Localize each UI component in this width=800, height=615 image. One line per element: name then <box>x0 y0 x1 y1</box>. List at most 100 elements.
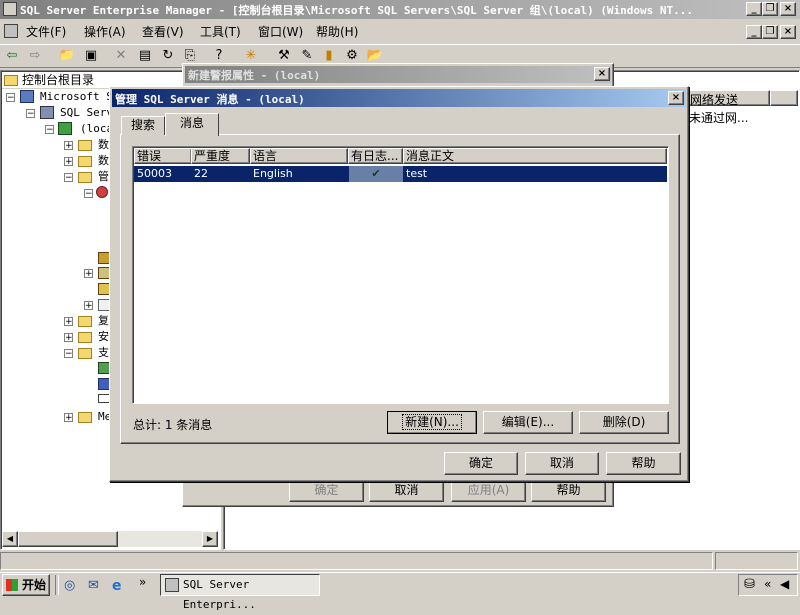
folder-icon <box>78 412 92 423</box>
detail-column-header[interactable]: 网络发送 <box>686 90 770 107</box>
tree-item-replication[interactable]: 复 <box>98 313 109 329</box>
refresh-icon[interactable]: ↻ <box>159 47 177 65</box>
folder-icon <box>78 316 92 327</box>
up-folder-icon[interactable]: 📁 <box>58 47 76 65</box>
tab-messages-label: 消息 <box>179 116 204 130</box>
window-title: SQL Server Enterprise Manager - [控制台根目录\… <box>20 4 694 17</box>
start-button[interactable]: 开始 <box>2 574 50 596</box>
column-header-severity[interactable]: 严重度 <box>191 148 250 164</box>
taskbar-task-enterprise-manager[interactable]: SQL Server Enterpri... <box>160 574 320 611</box>
quicklaunch-chevron[interactable]: » <box>139 575 146 589</box>
folder-icon <box>4 75 18 86</box>
expand-icon[interactable]: + <box>64 333 73 343</box>
menu-tools[interactable]: 工具(T) <box>200 23 241 41</box>
tab-search[interactable]: 搜索 <box>121 116 165 135</box>
mdi-close-button[interactable]: × <box>780 25 796 39</box>
tree-item-sql-server[interactable]: SQL Serv <box>60 105 113 121</box>
scroll-left-icon[interactable]: ◀ <box>2 531 18 547</box>
tab-messages[interactable]: 消息 <box>165 113 219 136</box>
manage-messages-close-button[interactable]: × <box>668 91 684 105</box>
tree-item-databases[interactable]: 数 <box>98 137 109 153</box>
app-icon <box>3 2 17 16</box>
tree-root[interactable]: 控制台根目录 <box>22 72 94 88</box>
expand-icon[interactable]: + <box>84 301 93 311</box>
server-icon <box>40 106 54 119</box>
alert-properties-close-button[interactable]: × <box>594 67 610 81</box>
maximize-button[interactable]: ❐ <box>762 2 778 16</box>
menu-window[interactable]: 窗口(W) <box>258 23 303 41</box>
collapse-icon[interactable]: − <box>64 349 73 359</box>
messages-summary: 总计: 1 条消息 <box>133 418 213 432</box>
delete-icon[interactable]: ✕ <box>112 47 130 65</box>
show-tree-icon[interactable]: ▣ <box>82 47 100 65</box>
scroll-thumb[interactable] <box>18 531 118 547</box>
volume-icon[interactable]: ◀ <box>780 577 789 591</box>
local-server-icon <box>58 122 72 135</box>
back-icon[interactable]: ⇦ <box>3 47 21 65</box>
row-severity: 22 <box>194 167 208 180</box>
tree-item-support[interactable]: 支 <box>98 345 109 361</box>
expand-icon[interactable]: + <box>64 317 73 327</box>
scroll-right-icon[interactable]: ▶ <box>202 531 218 547</box>
new-message-button[interactable]: 新建(N)... <box>387 411 477 434</box>
row-language: English <box>253 167 293 180</box>
folder-icon <box>78 348 92 359</box>
properties-icon[interactable]: ▤ <box>136 47 154 65</box>
outlook-icon[interactable]: ✉ <box>88 578 104 594</box>
tree-item-security[interactable]: 安 <box>98 329 109 345</box>
tab-search-label: 搜索 <box>130 118 155 132</box>
menu-action[interactable]: 操作(A) <box>84 23 126 41</box>
delete-message-button[interactable]: 删除(D) <box>579 411 669 434</box>
tree-item-microsoft-sql[interactable]: Microsoft SQ <box>40 89 119 105</box>
mdi-minimize-button[interactable]: _ <box>746 25 762 39</box>
menu-file[interactable]: 文件(F) <box>26 23 66 41</box>
alert-ok-button[interactable]: 确定 <box>289 479 364 502</box>
alert-help-button[interactable]: 帮助 <box>531 479 606 502</box>
windows-logo-icon <box>6 579 18 591</box>
sql-service-manager-icon[interactable]: ⛁ <box>744 577 760 593</box>
alert-apply-button[interactable]: 应用(A) <box>451 479 526 502</box>
tree-item-management[interactable]: 管 <box>98 169 109 185</box>
expand-icon[interactable]: + <box>64 413 73 423</box>
mdi-maximize-button[interactable]: ❐ <box>762 25 778 39</box>
messages-list[interactable] <box>132 146 669 404</box>
tray-expand-icon[interactable]: « <box>764 577 771 591</box>
quicklaunch-separator <box>55 575 59 595</box>
expand-icon[interactable]: + <box>64 141 73 151</box>
alert-cancel-button[interactable]: 取消 <box>369 479 444 502</box>
menu-help[interactable]: 帮助(H) <box>316 23 358 41</box>
show-desktop-icon[interactable]: ◎ <box>64 578 80 594</box>
row-logged: ✔ <box>371 167 381 180</box>
expand-icon[interactable]: + <box>84 269 93 279</box>
column-header-text[interactable]: 消息正文 <box>403 148 667 164</box>
collapse-icon[interactable]: − <box>26 109 35 119</box>
cancel-button[interactable]: 取消 <box>525 452 599 475</box>
server-group-icon <box>20 90 34 103</box>
row-error: 50003 <box>137 167 172 180</box>
close-button[interactable]: × <box>780 2 796 16</box>
main-titlebar: SQL Server Enterprise Manager - [控制台根目录\… <box>0 0 800 19</box>
tree-item-data[interactable]: 数 <box>98 153 109 169</box>
detail-column-header-extra[interactable] <box>770 90 798 106</box>
column-header-logged[interactable]: 有日志... <box>348 148 403 164</box>
alert-properties-titlebar: 新建警报属性 - (local) <box>185 66 611 83</box>
collapse-icon[interactable]: − <box>6 93 15 103</box>
ok-button[interactable]: 确定 <box>444 452 518 475</box>
status-bar-left <box>0 552 713 570</box>
alert-properties-title: 新建警报属性 - (local) <box>188 69 321 82</box>
agent-icon <box>96 186 108 198</box>
menu-view[interactable]: 查看(V) <box>142 23 184 41</box>
minimize-button[interactable]: _ <box>746 2 762 16</box>
detail-cell: 未通过网... <box>689 111 749 125</box>
help-button[interactable]: 帮助 <box>606 452 681 475</box>
ie-icon[interactable]: e <box>112 578 128 594</box>
edit-message-button[interactable]: 编辑(E)... <box>483 411 573 434</box>
expand-icon[interactable]: + <box>64 157 73 167</box>
column-header-language[interactable]: 语言 <box>250 148 348 164</box>
collapse-icon[interactable]: − <box>64 173 73 183</box>
forward-icon[interactable]: ⇨ <box>26 47 44 65</box>
column-header-error[interactable]: 错误 <box>134 148 192 164</box>
collapse-icon[interactable]: − <box>84 189 93 199</box>
detail-column-label: 网络发送 <box>690 93 739 107</box>
collapse-icon[interactable]: − <box>45 125 54 135</box>
